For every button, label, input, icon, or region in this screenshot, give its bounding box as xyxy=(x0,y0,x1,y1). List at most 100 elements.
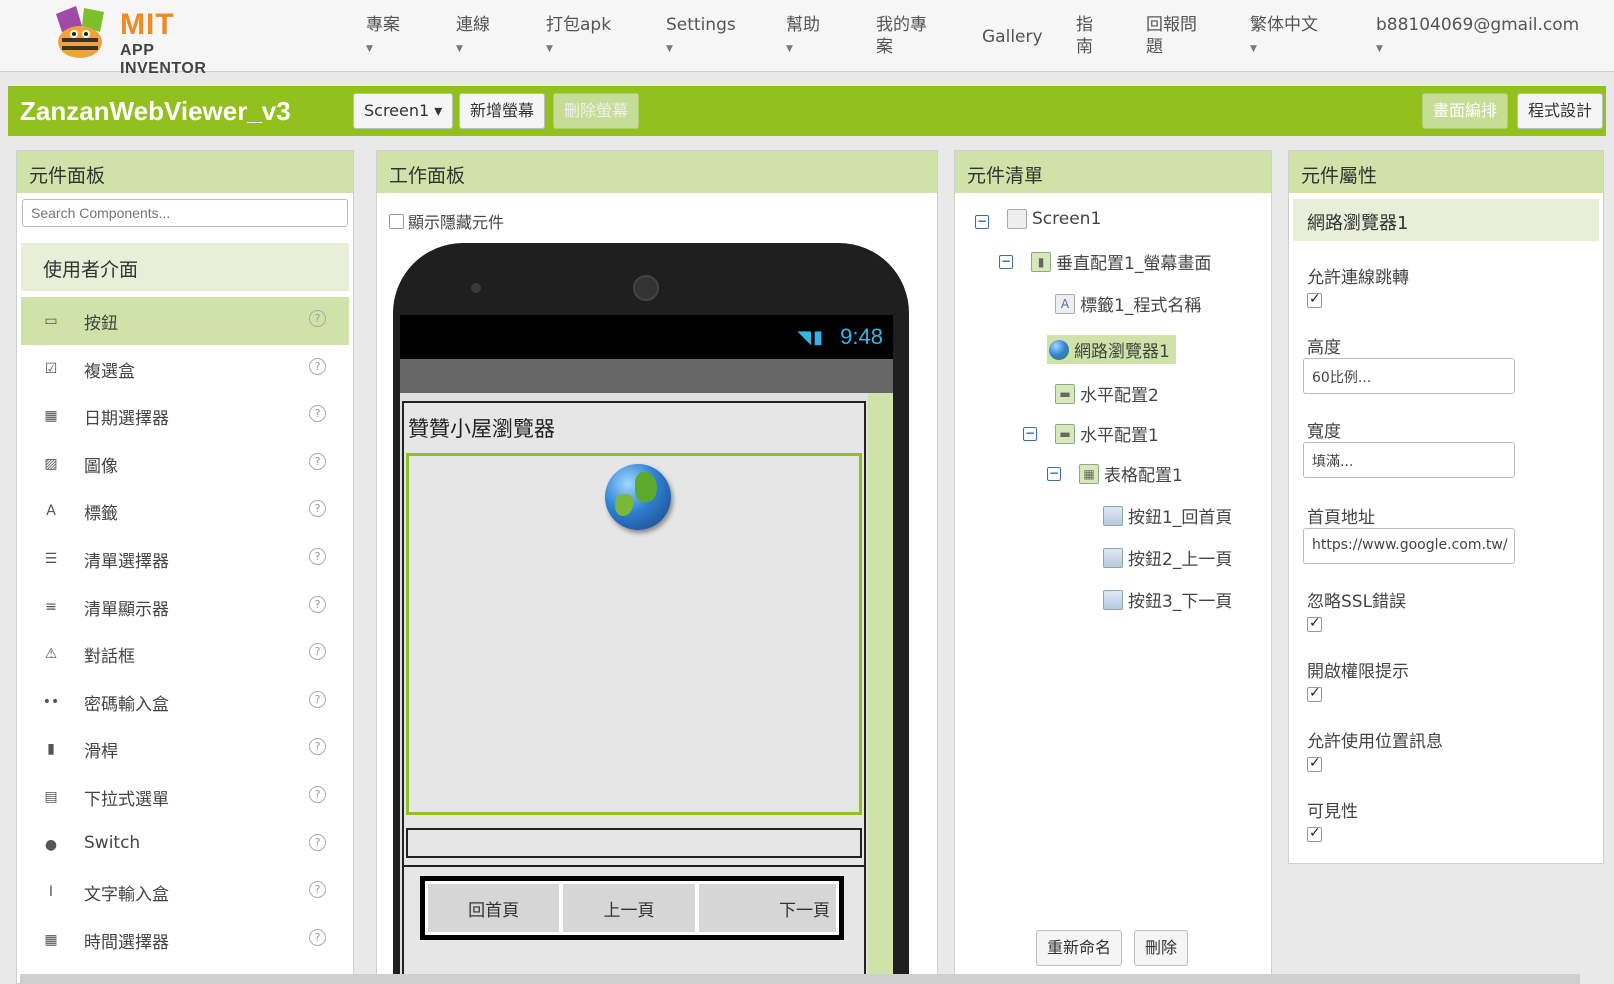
tree-node-webviewer1[interactable]: 網路瀏覽器1 xyxy=(1047,335,1176,364)
nav-account-menu[interactable]: b88104069@gmail.com ▼ xyxy=(1376,14,1579,60)
collapse-toggle-icon[interactable]: − xyxy=(975,215,989,229)
help-icon[interactable]: ? xyxy=(309,738,326,756)
palette-item[interactable]: ▦ 時間選擇器? xyxy=(21,916,349,964)
palette-item[interactable]: ▤ 下拉式選單? xyxy=(21,773,349,821)
palette-item[interactable]: ▦ 日期選擇器? xyxy=(21,392,349,440)
help-icon[interactable]: ? xyxy=(309,833,326,851)
phone-camera-icon xyxy=(633,275,659,301)
horizontal-arrangement-2[interactable] xyxy=(406,828,862,858)
prop-width-input[interactable]: 填滿... xyxy=(1303,442,1515,478)
vertical-arrangement-main[interactable]: 贊贊小屋瀏覽器 回首頁 上一頁 下一頁 xyxy=(402,401,866,984)
nav-label: 專案 xyxy=(366,15,400,35)
prop-permission-checkbox[interactable] xyxy=(1307,685,1322,702)
nav-connect-menu[interactable]: 連線 ▼ xyxy=(456,14,490,60)
blocks-button[interactable]: 程式設計 xyxy=(1517,93,1604,129)
collapse-toggle-icon[interactable]: − xyxy=(1047,467,1061,481)
show-hidden-label: 顯示隱藏元件 xyxy=(408,213,505,232)
help-icon[interactable]: ? xyxy=(309,595,326,613)
palette-item[interactable]: ☑ 複選盒? xyxy=(21,345,349,393)
status-clock: 9:48 xyxy=(840,324,883,349)
delete-component-button[interactable]: 刪除 xyxy=(1134,930,1189,966)
screen-select-dropdown[interactable]: Screen1 ▾ xyxy=(353,93,454,129)
tree-node-button3[interactable]: 按鈕3_下一頁 xyxy=(1103,587,1232,612)
forward-button[interactable]: 下一頁 xyxy=(698,884,836,932)
nav-language-menu[interactable]: 繁体中文 ▼ xyxy=(1250,14,1318,60)
tree-node-button2[interactable]: 按鈕2_上一頁 xyxy=(1103,545,1232,570)
help-icon[interactable]: ? xyxy=(309,500,326,518)
horizontal-arrangement-1[interactable]: 回首頁 上一頁 下一頁 xyxy=(404,865,864,984)
prop-ignore-ssl-label: 忽略SSL錯誤 xyxy=(1307,592,1407,612)
collapse-toggle-icon[interactable]: − xyxy=(999,255,1013,269)
nav-gallery-link[interactable]: Gallery xyxy=(982,26,1043,48)
prop-ignore-ssl-checkbox[interactable] xyxy=(1307,615,1322,632)
tree-node-table-arrangement1[interactable]: ▦ 表格配置1 xyxy=(1079,461,1183,486)
add-screen-button[interactable]: 新增螢幕 xyxy=(459,93,546,129)
nav-report-issue-link[interactable]: 回報問題 xyxy=(1146,14,1206,58)
nav-build-menu[interactable]: 打包apk ▼ xyxy=(546,14,611,60)
nav-guide-link[interactable]: 指南 xyxy=(1076,14,1098,58)
help-icon[interactable]: ? xyxy=(309,547,326,565)
rename-component-button[interactable]: 重新命名 xyxy=(1036,930,1123,966)
palette-item[interactable]: •• 密碼輸入盒? xyxy=(21,678,349,726)
tree-node-label1[interactable]: A 標籤1_程式名稱 xyxy=(1055,291,1201,316)
help-icon[interactable]: ? xyxy=(309,881,326,899)
prop-height-label: 高度 xyxy=(1307,338,1341,358)
search-components-input[interactable] xyxy=(22,199,348,227)
palette-item[interactable]: ▭ 按鈕? xyxy=(21,297,349,345)
back-button[interactable]: 上一頁 xyxy=(563,884,695,932)
tree-node-horizontal-arrangement1[interactable]: ▬ 水平配置1 xyxy=(1055,421,1159,446)
help-icon[interactable]: ? xyxy=(309,357,326,375)
palette-item-label: 標籤 xyxy=(84,504,118,525)
prop-height-input[interactable]: 60比例... xyxy=(1303,358,1515,394)
prop-visible-checkbox[interactable] xyxy=(1307,825,1322,842)
password-icon: •• xyxy=(42,693,60,710)
tree-node-horizontal-arrangement2[interactable]: ▬ 水平配置2 xyxy=(1055,381,1159,406)
prop-home-url-input[interactable]: https://www.google.com.tw/ xyxy=(1303,528,1515,564)
table-arrangement-1[interactable]: 回首頁 上一頁 下一頁 xyxy=(420,876,844,940)
palette-item[interactable]: ≡ 清單顯示器? xyxy=(21,583,349,631)
project-title: ZanzanWebViewer_v3 xyxy=(20,96,291,126)
help-icon[interactable]: ? xyxy=(309,928,326,946)
palette-item[interactable]: ⚠ 對話框? xyxy=(21,630,349,678)
horizontal-scrollbar[interactable] xyxy=(20,974,1580,984)
app-name-label[interactable]: 贊贊小屋瀏覽器 xyxy=(408,413,555,443)
palette-item[interactable]: ☰ 清單選擇器? xyxy=(21,535,349,583)
palette-item[interactable]: ● Switch? xyxy=(21,821,349,869)
slider-icon: ▮ xyxy=(47,741,55,758)
palette-item[interactable]: A 標籤? xyxy=(21,487,349,535)
help-icon[interactable]: ? xyxy=(309,452,326,470)
help-icon[interactable]: ? xyxy=(309,643,326,661)
phone-sensor-icon xyxy=(471,283,481,293)
category-user-interface[interactable]: 使用者介面 xyxy=(21,243,349,291)
nav-projects-menu[interactable]: 專案 ▼ xyxy=(366,14,400,60)
tree-node-vertical-arrangement[interactable]: ▮ 垂直配置1_螢幕畫面 xyxy=(1031,249,1211,274)
designer-button[interactable]: 畫面編排 xyxy=(1422,93,1509,129)
help-icon[interactable]: ? xyxy=(309,405,326,423)
nav-settings-menu[interactable]: Settings ▼ xyxy=(666,14,736,60)
screen1-canvas[interactable]: 贊贊小屋瀏覽器 回首頁 上一頁 下一頁 xyxy=(400,393,868,984)
nav-help-menu[interactable]: 幫助 ▼ xyxy=(786,14,820,60)
help-icon[interactable]: ? xyxy=(309,785,326,803)
palette-item[interactable]: ▮ 滑桿? xyxy=(21,725,349,773)
prop-location-checkbox[interactable] xyxy=(1307,755,1322,772)
palette-panel: 元件面板 使用者介面 ▭ 按鈕? ☑ 複選盒? ▦ 日期選擇器? ▨ 圖像? A 標籤? ☰ 清單選擇… xyxy=(16,150,354,984)
tree-node-label: 水平配置1 xyxy=(1080,426,1159,446)
app-inventor-logo[interactable]: MIT APP INVENTOR xyxy=(48,4,238,77)
prop-follow-links-checkbox[interactable] xyxy=(1307,291,1322,308)
home-button[interactable]: 回首頁 xyxy=(428,884,560,932)
remove-screen-button[interactable]: 刪除螢幕 xyxy=(553,93,640,129)
show-hidden-checkbox[interactable] xyxy=(389,213,404,229)
palette-item[interactable]: ▨ 圖像? xyxy=(21,440,349,488)
webviewer-component[interactable] xyxy=(406,453,862,815)
tree-node-screen1[interactable]: Screen1 xyxy=(1007,209,1101,229)
help-icon[interactable]: ? xyxy=(309,690,326,708)
phone-screen: ◥▮ 9:48 贊贊小屋瀏覽器 回首頁 上一頁 下一頁 xyxy=(400,315,893,984)
palette-item[interactable]: I 文字輸入盒? xyxy=(21,868,349,916)
help-icon[interactable]: ? xyxy=(309,310,326,327)
collapse-toggle-icon[interactable]: − xyxy=(1023,427,1037,441)
horizontal-arrangement-icon: ▬ xyxy=(1055,423,1075,444)
caret-down-icon: ▼ xyxy=(666,44,673,54)
nav-my-projects-link[interactable]: 我的專案 xyxy=(876,14,936,58)
tree-node-button1[interactable]: 按鈕1_回首頁 xyxy=(1103,503,1232,528)
datepicker-icon: ▦ xyxy=(44,408,58,425)
